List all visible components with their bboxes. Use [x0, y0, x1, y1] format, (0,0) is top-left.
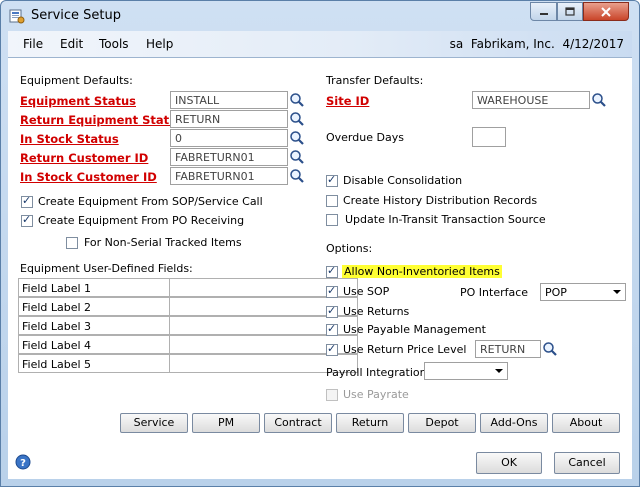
overdue-days-label: Overdue Days: [326, 131, 404, 144]
equipment-status-label[interactable]: Equipment Status: [20, 94, 136, 108]
minimize-button[interactable]: [530, 2, 557, 21]
site-id-label[interactable]: Site ID: [326, 94, 369, 108]
menu-file[interactable]: File: [23, 37, 43, 51]
use-return-price-checkbox[interactable]: [326, 342, 338, 356]
window-title: Service Setup: [31, 8, 122, 23]
ok-button[interactable]: OK: [476, 452, 542, 474]
create-from-sop-label: Create Equipment From SOP/Service Call: [38, 195, 263, 208]
user-date: 4/12/2017: [562, 37, 624, 51]
help-icon[interactable]: ?: [15, 454, 31, 470]
use-sop-label: Use SOP: [343, 285, 390, 298]
allow-non-inventoried-checkbox[interactable]: [326, 264, 338, 278]
company-name: Fabrikam, Inc.: [470, 37, 555, 51]
main-panel: Equipment Defaults: Equipment Status INS…: [8, 58, 632, 479]
transfer-defaults-heading: Transfer Defaults:: [326, 74, 424, 87]
lookup-site-id-icon[interactable]: [591, 92, 607, 108]
lookup-return-price-icon[interactable]: [542, 341, 558, 357]
menu-edit[interactable]: Edit: [60, 37, 83, 51]
history-distribution-checkbox[interactable]: [326, 195, 338, 207]
return-customer-id-field[interactable]: FABRETURN01: [170, 148, 288, 166]
addons-button[interactable]: Add-Ons: [480, 413, 548, 433]
about-button[interactable]: About: [552, 413, 620, 433]
use-returns-checkbox[interactable]: [326, 304, 338, 318]
payroll-integration-dropdown[interactable]: [424, 362, 508, 380]
allow-non-inventoried-label: Allow Non-Inventoried Items: [342, 265, 502, 278]
contract-button[interactable]: Contract: [264, 413, 332, 433]
update-in-transit-checkbox[interactable]: [326, 214, 338, 226]
po-interface-dropdown[interactable]: POP: [540, 283, 626, 301]
non-serial-label: For Non-Serial Tracked Items: [84, 236, 242, 249]
cancel-button[interactable]: Cancel: [554, 452, 620, 474]
close-button[interactable]: [583, 2, 629, 21]
maximize-icon: [565, 7, 575, 16]
create-from-po-label: Create Equipment From PO Receiving: [38, 214, 245, 227]
udf-label: Field Label 2: [22, 301, 92, 314]
use-return-price-label: Use Return Price Level: [343, 343, 467, 356]
lookup-in-stock-status-icon[interactable]: [289, 130, 305, 146]
user-id: sa: [449, 37, 464, 51]
udf-label: Field Label 4: [22, 339, 92, 352]
create-from-po-checkbox[interactable]: [21, 213, 33, 227]
service-setup-window: Service Setup File Edit Tools Help sa Fa…: [0, 0, 640, 487]
equipment-defaults-heading: Equipment Defaults:: [20, 74, 133, 87]
overdue-days-field[interactable]: [472, 127, 506, 147]
udf-label: Field Label 5: [22, 358, 92, 371]
update-in-transit-label: Update In-Transit Transaction Source: [345, 213, 546, 226]
payroll-integration-label: Payroll Integration: [326, 366, 427, 379]
non-serial-checkbox[interactable]: [66, 237, 78, 249]
in-stock-customer-id-label[interactable]: In Stock Customer ID: [20, 170, 157, 184]
return-customer-id-label[interactable]: Return Customer ID: [20, 151, 148, 165]
use-payable-label: Use Payable Management: [343, 323, 486, 336]
minimize-icon: [539, 12, 548, 15]
service-button[interactable]: Service: [120, 413, 188, 433]
chevron-down-icon: [495, 369, 503, 373]
return-equipment-status-label[interactable]: Return Equipment Status: [20, 113, 184, 127]
udf-row[interactable]: Field Label 3: [18, 316, 358, 335]
udf-heading: Equipment User-Defined Fields:: [20, 262, 193, 275]
app-icon: [9, 9, 25, 24]
po-interface-value: POP: [545, 286, 567, 299]
company-info: sa Fabrikam, Inc. 4/12/2017: [450, 37, 624, 51]
site-id-field[interactable]: WAREHOUSE: [472, 91, 590, 109]
disable-consolidation-label: Disable Consolidation: [343, 174, 463, 187]
chevron-down-icon: [613, 290, 621, 294]
return-button[interactable]: Return: [336, 413, 404, 433]
udf-row[interactable]: Field Label 2: [18, 297, 358, 316]
use-payable-checkbox[interactable]: [326, 322, 338, 336]
maximize-button[interactable]: [557, 2, 583, 21]
udf-row[interactable]: Field Label 5: [18, 354, 358, 373]
udf-row[interactable]: Field Label 1: [18, 278, 358, 297]
lookup-return-customer-id-icon[interactable]: [289, 149, 305, 165]
menu-help[interactable]: Help: [146, 37, 173, 51]
in-stock-status-label[interactable]: In Stock Status: [20, 132, 119, 146]
udf-label: Field Label 1: [22, 282, 92, 295]
pm-button[interactable]: PM: [192, 413, 260, 433]
in-stock-customer-id-field[interactable]: FABRETURN01: [170, 167, 288, 185]
udf-row[interactable]: Field Label 4: [18, 335, 358, 354]
menu-bar: File Edit Tools Help sa Fabrikam, Inc. 4…: [8, 31, 632, 58]
udf-label: Field Label 3: [22, 320, 92, 333]
create-from-sop-checkbox[interactable]: [21, 194, 33, 208]
depot-button[interactable]: Depot: [408, 413, 476, 433]
use-sop-checkbox[interactable]: [326, 284, 338, 298]
return-price-field[interactable]: RETURN: [475, 340, 541, 358]
options-heading: Options:: [326, 242, 373, 255]
lookup-in-stock-customer-id-icon[interactable]: [289, 168, 305, 184]
in-stock-status-field[interactable]: 0: [170, 129, 288, 147]
lookup-equipment-status-icon[interactable]: [289, 92, 305, 108]
lookup-return-equipment-status-icon[interactable]: [289, 111, 305, 127]
menu-tools[interactable]: Tools: [99, 37, 129, 51]
use-returns-label: Use Returns: [343, 305, 410, 318]
disable-consolidation-checkbox[interactable]: [326, 173, 338, 187]
return-equipment-status-field[interactable]: RETURN: [170, 110, 288, 128]
use-payrate-label: Use Payrate: [343, 388, 409, 401]
title-bar[interactable]: Service Setup: [1, 1, 639, 31]
history-distribution-label: Create History Distribution Records: [343, 194, 538, 207]
use-payrate-checkbox[interactable]: [326, 389, 338, 401]
equipment-status-field[interactable]: INSTALL: [170, 91, 288, 109]
po-interface-label: PO Interface: [460, 286, 529, 299]
svg-text:?: ?: [20, 458, 26, 469]
close-icon: [601, 6, 611, 17]
